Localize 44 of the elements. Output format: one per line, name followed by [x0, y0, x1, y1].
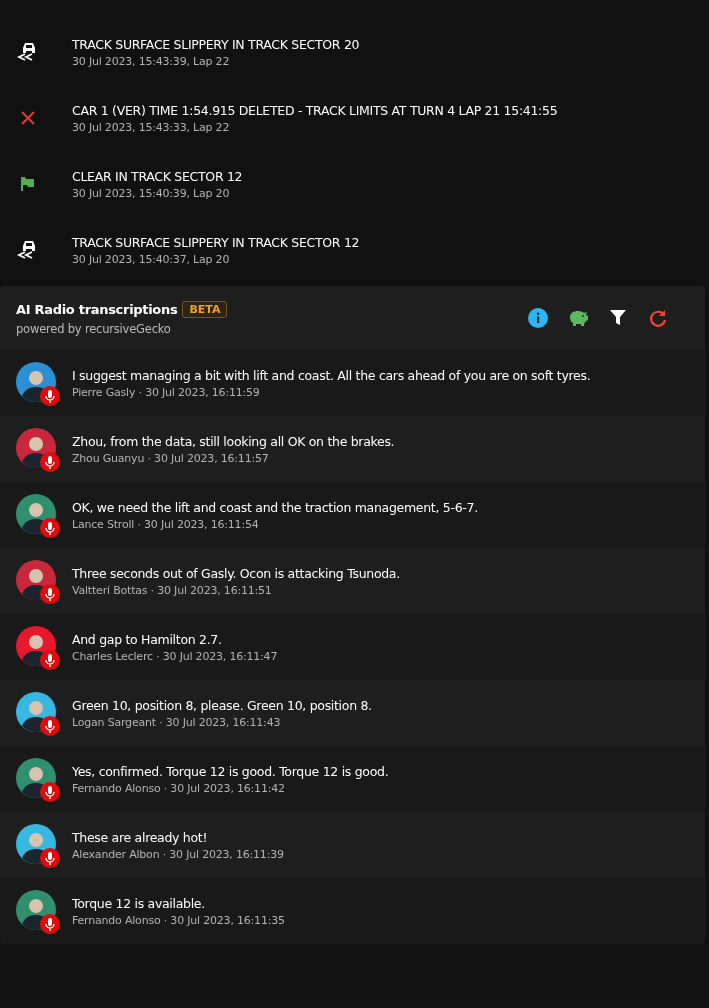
transcription-text: Green 10, position 8, please. Green 10, position 8. [72, 697, 372, 713]
filter-icon[interactable] [609, 309, 627, 327]
message-meta: Logan Sargeant · 30 Jul 2023, 16:11:43 [72, 715, 282, 729]
transcription-text: Zhou, from the data, still looking all OK on the brakes. [72, 433, 395, 449]
race-control-message: TRACK SURFACE SLIPPERY IN TRACK SECTOR 20 [72, 36, 360, 52]
transcription-text: Three seconds out of Gasly. Ocon is attacking Tsunoda. [72, 565, 400, 581]
race-control-message: CAR 1 (VER) TIME 1:54.915 DELETED - TRACK LIMITS AT TURN 4 LAP 21 15:41:55 [72, 102, 558, 118]
message-meta: Pierre Gasly · 30 Jul 2023, 16:11:59 [72, 385, 261, 399]
refresh-icon[interactable] [648, 308, 668, 328]
microphone-icon [40, 452, 60, 472]
message-timestamp: 30 Jul 2023, 15:43:39, Lap 22 [72, 54, 231, 68]
transcription-text: Torque 12 is available. [72, 895, 206, 911]
close-icon [20, 110, 36, 126]
race-control-message: TRACK SURFACE SLIPPERY IN TRACK SECTOR 12 [72, 234, 360, 250]
message-meta: Fernando Alonso · 30 Jul 2023, 16:11:42 [72, 781, 286, 795]
microphone-icon [40, 650, 60, 670]
message-meta: Fernando Alonso · 30 Jul 2023, 16:11:35 [72, 913, 285, 927]
microphone-icon [40, 716, 60, 736]
message-meta: Zhou Guanyu · 30 Jul 2023, 16:11:57 [72, 451, 270, 465]
piggy-bank-icon[interactable] [567, 308, 589, 328]
message-timestamp: 30 Jul 2023, 15:40:37, Lap 20 [72, 252, 231, 266]
info-icon[interactable] [528, 308, 548, 328]
microphone-icon [40, 848, 60, 868]
microphone-icon [40, 782, 60, 802]
flag-icon [20, 176, 36, 192]
message-meta: Alexander Albon · 30 Jul 2023, 16:11:39 [72, 847, 284, 861]
microphone-icon [40, 914, 60, 934]
transcription-text: These are already hot! [72, 829, 209, 845]
panel-subtitle: powered by recursiveGecko [16, 321, 172, 336]
race-control-message: CLEAR IN TRACK SECTOR 12 [72, 168, 243, 184]
message-meta: Valtteri Bottas · 30 Jul 2023, 16:11:51 [72, 583, 273, 597]
beta-badge: BETA [182, 300, 228, 318]
message-meta: Charles Leclerc · 30 Jul 2023, 16:11:47 [72, 649, 278, 663]
transcription-text: I suggest managing a bit with lift and coast. All the cars ahead of you are on soft tyres. [72, 367, 591, 383]
transcription-text: Yes, confirmed. Torque 12 is good. Torque 12 is good. [72, 763, 389, 779]
message-meta: Lance Stroll · 30 Jul 2023, 16:11:54 [72, 517, 260, 531]
microphone-icon [40, 386, 60, 406]
transcription-text: OK, we need the lift and coast and the traction management, 5-6-7. [72, 499, 478, 515]
transcription-text: And gap to Hamilton 2.7. [72, 631, 223, 647]
message-timestamp: 30 Jul 2023, 15:43:33, Lap 22 [72, 120, 231, 134]
microphone-icon [40, 584, 60, 604]
message-timestamp: 30 Jul 2023, 15:40:39, Lap 20 [72, 186, 231, 200]
microphone-icon [40, 518, 60, 538]
panel-title: AI Radio transcriptions [16, 301, 178, 317]
